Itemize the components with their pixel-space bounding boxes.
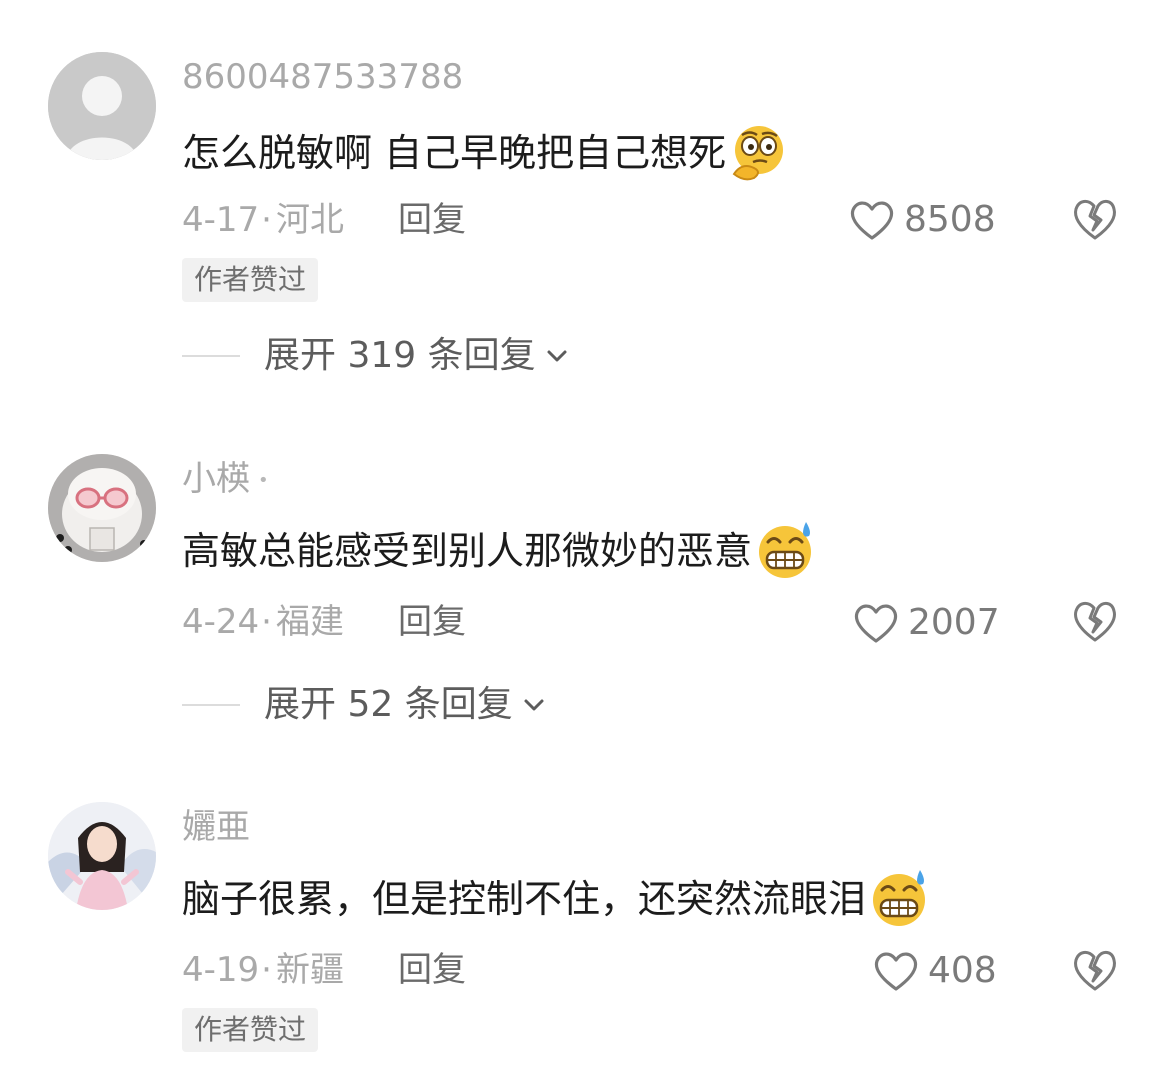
avatar[interactable] [48, 454, 156, 562]
broken-heart-icon[interactable] [1072, 196, 1118, 242]
thinking-face-emoji [732, 126, 784, 181]
reply-button[interactable]: 回复 [398, 953, 466, 987]
grimacing-sweat-emoji [759, 522, 812, 578]
plush-toy-avatar-image [48, 454, 156, 562]
comment-date: 4-19 [182, 950, 260, 990]
comment-text[interactable]: 脑子很累，但是控制不住，还突然流眼泪 [182, 868, 930, 930]
comment-location: 福建 [275, 602, 344, 642]
like-button[interactable]: 2007 [852, 601, 1000, 645]
username[interactable]: 小楧 • [182, 462, 269, 496]
expand-replies-label: 展开 52 条回复 [264, 684, 513, 725]
user-marker: • [258, 469, 269, 491]
chevron-down-icon [547, 350, 567, 362]
like-button[interactable]: 8508 [848, 198, 996, 242]
default-avatar-icon [48, 52, 156, 160]
comment-text[interactable]: 怎么脱敏啊 自己早晚把自己想死 [182, 122, 790, 184]
comment-date: 4-24 [182, 602, 260, 642]
comment-location: 新疆 [275, 950, 344, 990]
expand-replies-button[interactable]: 展开 319 条回复 [182, 338, 568, 374]
portrait-avatar-image [48, 802, 156, 910]
reply-button[interactable]: 回复 [398, 605, 466, 639]
expand-replies-label: 展开 319 条回复 [264, 335, 536, 376]
reply-button[interactable]: 回复 [398, 203, 466, 237]
meta-separator: · [261, 200, 272, 240]
meta-separator: · [261, 602, 272, 642]
meta-separator: · [261, 950, 272, 990]
divider-line [182, 355, 240, 357]
broken-heart-icon[interactable] [1072, 598, 1118, 644]
heart-outline-icon [854, 604, 898, 643]
comment-meta: 4-19 · 新疆 回复 [182, 953, 466, 987]
like-count: 2007 [908, 602, 1000, 643]
username[interactable]: 孋亜 [182, 810, 250, 844]
like-count: 8508 [904, 199, 996, 240]
heart-outline-icon [850, 201, 894, 240]
like-button[interactable]: 408 [872, 949, 997, 993]
comment-text[interactable]: 高敏总能感受到别人那微妙的恶意 [182, 520, 816, 582]
divider-line [182, 704, 240, 706]
heart-outline-icon [874, 952, 918, 991]
author-liked-badge: 作者赞过 [182, 1008, 319, 1052]
broken-heart-icon[interactable] [1072, 947, 1118, 993]
like-count: 408 [928, 950, 997, 991]
username[interactable]: 8600487533788 [182, 60, 463, 94]
avatar[interactable] [48, 802, 156, 910]
comment-date: 4-17 [182, 200, 260, 240]
chevron-down-icon [524, 699, 544, 711]
comment-item: 8600487533788 怎么脱敏啊 自己早晚把自己想死 4-17 · 河北 … [0, 0, 1170, 400]
comment-meta: 4-24 · 福建 回复 [182, 605, 466, 639]
expand-replies-button[interactable]: 展开 52 条回复 [182, 687, 545, 723]
comment-location: 河北 [275, 200, 344, 240]
comment-meta: 4-17 · 河北 回复 [182, 203, 466, 237]
grimacing-sweat-emoji [873, 870, 926, 926]
avatar[interactable] [48, 52, 156, 160]
author-liked-badge: 作者赞过 [182, 258, 319, 302]
